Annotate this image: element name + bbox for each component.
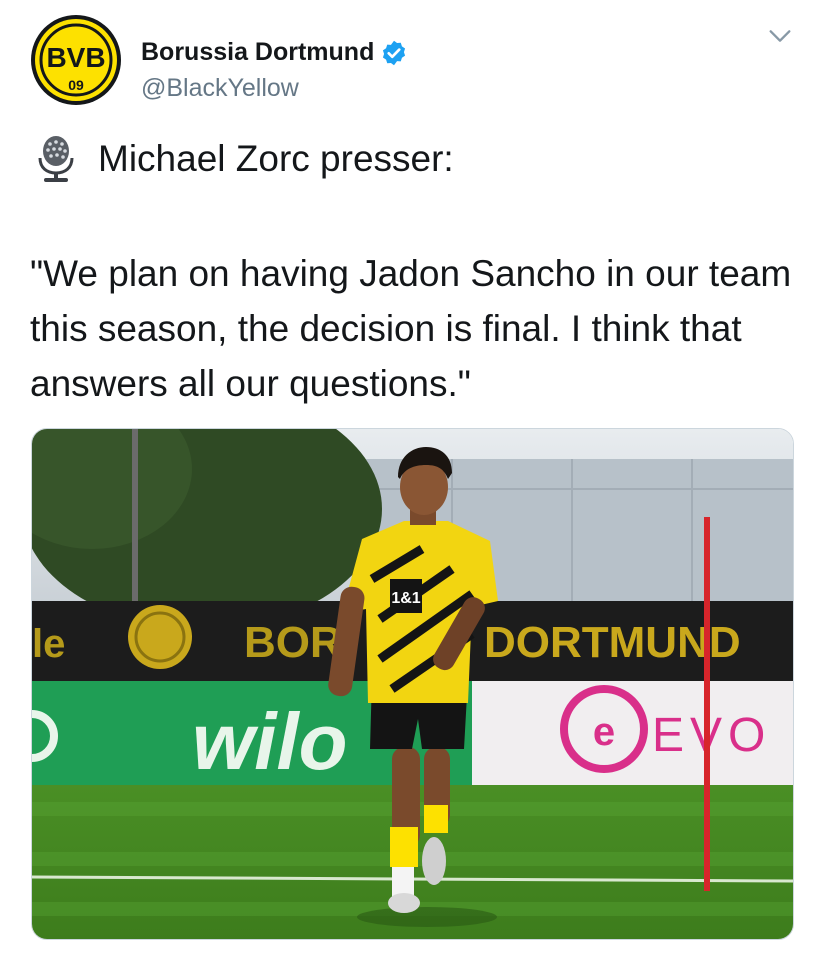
sponsor-left-text: wilo — [192, 697, 348, 786]
avatar-logo-text: BVB — [46, 42, 105, 73]
training-pole — [704, 517, 710, 891]
shirt-sponsor-text: 1&1 — [391, 590, 420, 607]
account-avatar[interactable]: BVB 09 — [30, 14, 122, 106]
ad-board-partial-text: BOR — [244, 618, 342, 667]
ad-board-left-text: le — [32, 622, 65, 666]
account-handle[interactable]: @BlackYellow — [141, 74, 299, 103]
verified-badge-icon — [383, 40, 406, 65]
sponsor-right-text: EVO — [652, 709, 771, 762]
tweet-media-photo[interactable]: le BOR DORTMUND wilo e EVO 1&1 — [31, 428, 794, 940]
avatar-logo-sub: 09 — [68, 77, 84, 93]
tweet-quote-text: "We plan on having Jadon Sancho in our t… — [30, 253, 792, 404]
tweet-text-line1: Michael Zorc presser: — [34, 134, 454, 184]
name-row: Borussia Dortmund — [141, 38, 408, 67]
chevron-down-icon[interactable] — [766, 22, 794, 50]
ad-board-text: DORTMUND — [484, 618, 741, 667]
studio-microphone-icon — [38, 136, 74, 182]
svg-text:e: e — [593, 710, 615, 754]
training-photo: le BOR DORTMUND wilo e EVO 1&1 — [32, 429, 793, 939]
display-name[interactable]: Borussia Dortmund — [141, 38, 374, 67]
tweet-header: BVB 09 Borussia Dortmund @BlackYellow — [30, 14, 800, 106]
tweet-heading-text: Michael Zorc presser: — [98, 138, 454, 179]
bvb-crest-icon — [128, 605, 192, 669]
